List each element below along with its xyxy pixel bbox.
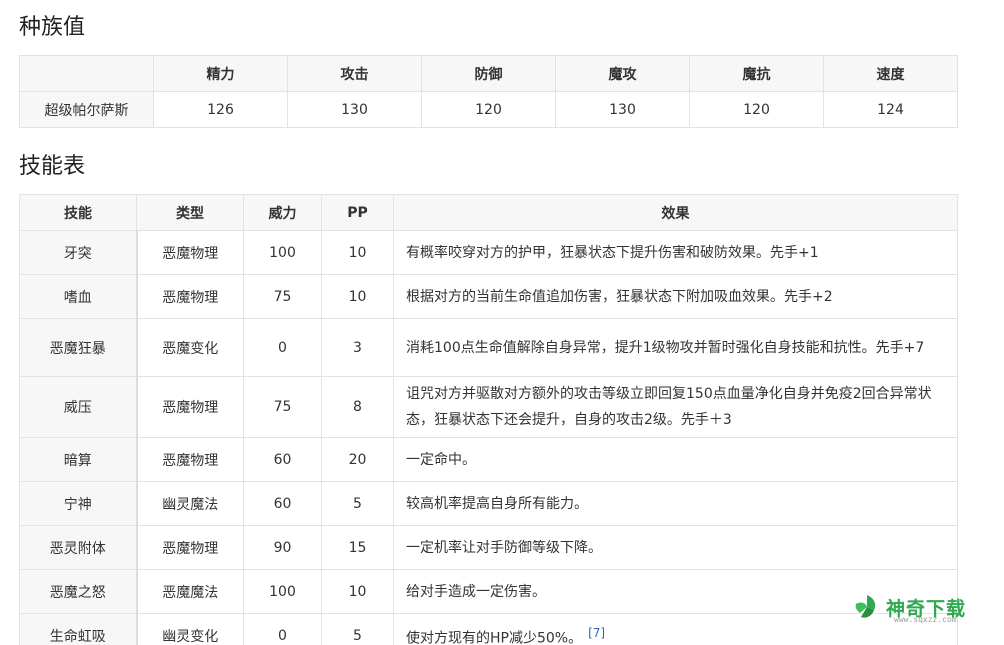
skills-heading: 技能表 (19, 154, 86, 179)
skill-type: 恶魔变化 (135, 318, 244, 377)
stats-attack-value: 130 (287, 91, 422, 128)
skill-power: 0 (243, 318, 322, 377)
skill-name: 嗜血 (19, 274, 137, 319)
skill-pp: 8 (321, 376, 394, 438)
skill-type: 恶魔物理 (135, 274, 244, 319)
table-row: 宁神 幽灵魔法 60 5 较高机率提高自身所有能力。 (19, 481, 958, 526)
skill-power: 90 (243, 525, 322, 570)
watermark-url: www.sqxzz.com (894, 615, 957, 624)
skill-name: 恶魔之怒 (19, 569, 137, 614)
skill-power: 60 (243, 437, 322, 482)
skill-effect: 较高机率提高自身所有能力。 (393, 481, 958, 526)
skill-name: 恶魔狂暴 (19, 318, 137, 377)
table-row: 嗜血 恶魔物理 75 10 根据对方的当前生命值追加伤害，狂暴状态下附加吸血效果… (19, 274, 958, 319)
stats-header-blank (19, 55, 154, 92)
skill-name: 暗算 (19, 437, 137, 482)
reference-link[interactable]: [7] (588, 626, 605, 640)
table-row: 恶魔狂暴 恶魔变化 0 3 消耗100点生命值解除自身异常，提升1级物攻并暂时强… (19, 318, 958, 377)
skill-effect: 有概率咬穿对方的护甲，狂暴状态下提升伤害和破防效果。先手+1 (393, 230, 958, 275)
table-row: 恶灵附体 恶魔物理 90 15 一定机率让对手防御等级下降。 (19, 525, 958, 570)
skill-effect: 一定命中。 (393, 437, 958, 482)
stats-table: 精力 攻击 防御 魔攻 魔抗 速度 超级帕尔萨斯 126 130 120 130… (19, 55, 958, 128)
stats-heading: 种族值 (19, 15, 86, 40)
stats-header-attack: 攻击 (287, 55, 422, 92)
skill-pp: 5 (321, 481, 394, 526)
skill-pp: 10 (321, 569, 394, 614)
table-row: 暗算 恶魔物理 60 20 一定命中。 (19, 437, 958, 482)
skill-pp: 15 (321, 525, 394, 570)
skill-effect: 消耗100点生命值解除自身异常，提升1级物攻并暂时强化自身技能和抗性。先手+7 (393, 318, 958, 377)
skill-pp: 3 (321, 318, 394, 377)
stats-defense-value: 120 (421, 91, 556, 128)
skill-name: 宁神 (19, 481, 137, 526)
skill-effect: 根据对方的当前生命值追加伤害，狂暴状态下附加吸血效果。先手+2 (393, 274, 958, 319)
table-row: 恶魔之怒 恶魔魔法 100 10 给对手造成一定伤害。 (19, 569, 958, 614)
stats-header-hp: 精力 (153, 55, 288, 92)
skill-power: 75 (243, 274, 322, 319)
skills-header-name: 技能 (19, 194, 137, 231)
table-row: 生命虹吸 幽灵变化 0 5 使对方现有的HP减少50%。 [7] (19, 613, 958, 645)
skill-effect-text: 使对方现有的HP减少50%。 (406, 630, 583, 645)
skill-pp: 5 (321, 613, 394, 645)
page: 种族值 精力 攻击 防御 魔攻 魔抗 速度 超级帕尔萨斯 126 130 120… (0, 0, 1004, 645)
stats-header-magic-attack: 魔攻 (555, 55, 690, 92)
skill-type: 恶魔魔法 (135, 569, 244, 614)
skill-type: 幽灵变化 (135, 613, 244, 645)
stats-speed-value: 124 (823, 91, 958, 128)
stats-magic-defense-value: 120 (689, 91, 824, 128)
stats-header-row: 精力 攻击 防御 魔攻 魔抗 速度 (19, 55, 958, 92)
skill-type: 恶魔物理 (135, 376, 244, 438)
skill-pp: 10 (321, 230, 394, 275)
skill-name: 威压 (19, 376, 137, 438)
skill-power: 0 (243, 613, 322, 645)
stats-pet-name: 超级帕尔萨斯 (19, 91, 154, 128)
stats-hp-value: 126 (153, 91, 288, 128)
skills-header-pp: PP (321, 194, 394, 231)
stats-header-magic-defense: 魔抗 (689, 55, 824, 92)
skills-header-power: 威力 (243, 194, 322, 231)
skills-table: 技能 类型 威力 PP 效果 牙突 恶魔物理 100 10 有概率咬穿对方的护甲… (19, 194, 958, 645)
skill-type: 恶魔物理 (135, 230, 244, 275)
skill-power: 60 (243, 481, 322, 526)
skill-effect: 一定机率让对手防御等级下降。 (393, 525, 958, 570)
leaf-logo-icon (855, 595, 876, 618)
skills-header-row: 技能 类型 威力 PP 效果 (19, 194, 958, 231)
skills-header-effect: 效果 (393, 194, 958, 231)
skill-pp: 10 (321, 274, 394, 319)
stats-header-defense: 防御 (421, 55, 556, 92)
skill-pp: 20 (321, 437, 394, 482)
skill-power: 75 (243, 376, 322, 438)
skill-effect: 诅咒对方并驱散对方额外的攻击等级立即回复150点血量净化自身并免疫2回合异常状态… (393, 376, 958, 438)
skill-name: 生命虹吸 (19, 613, 137, 645)
skill-power: 100 (243, 230, 322, 275)
skill-power: 100 (243, 569, 322, 614)
skill-name: 牙突 (19, 230, 137, 275)
skill-type: 幽灵魔法 (135, 481, 244, 526)
table-row: 牙突 恶魔物理 100 10 有概率咬穿对方的护甲，狂暴状态下提升伤害和破防效果… (19, 230, 958, 275)
stats-row: 超级帕尔萨斯 126 130 120 130 120 124 (19, 91, 958, 128)
stats-header-speed: 速度 (823, 55, 958, 92)
skill-name: 恶灵附体 (19, 525, 137, 570)
skill-type: 恶魔物理 (135, 525, 244, 570)
table-row: 威压 恶魔物理 75 8 诅咒对方并驱散对方额外的攻击等级立即回复150点血量净… (19, 376, 958, 438)
skill-type: 恶魔物理 (135, 437, 244, 482)
stats-magic-attack-value: 130 (555, 91, 690, 128)
skills-header-type: 类型 (136, 194, 244, 231)
